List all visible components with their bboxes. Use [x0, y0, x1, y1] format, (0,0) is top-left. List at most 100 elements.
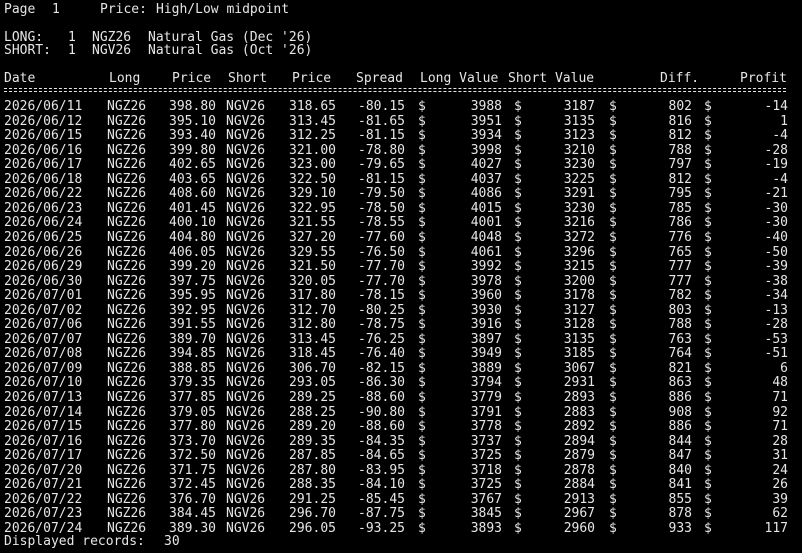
row-profit: -34	[764, 288, 788, 304]
row-short-symbol: NGV26	[226, 404, 266, 420]
row-profit: 92	[772, 404, 788, 420]
price-mode-label: Price:	[100, 2, 147, 17]
row-long-value: 3978	[470, 273, 502, 289]
row-currency: $	[514, 215, 522, 231]
row-date: 2026/07/13	[4, 390, 83, 405]
row-spread: -81.15	[358, 128, 405, 144]
row-short-price: 291.25	[289, 491, 336, 507]
row-short-price: 322.95	[289, 200, 336, 216]
row-spread: -87.75	[358, 506, 405, 522]
row-profit: -28	[764, 317, 788, 333]
row-currency: $	[704, 113, 712, 129]
row-currency: $	[514, 99, 522, 114]
row-short-value: 3128	[563, 317, 595, 333]
row-currency: $	[704, 99, 712, 114]
row-long-price: 371.75	[169, 462, 216, 478]
row-currency: $	[514, 462, 522, 478]
row-profit: 6	[780, 360, 788, 376]
row-long-price: 372.45	[169, 477, 216, 493]
row-currency: $	[609, 360, 617, 376]
row-short-value: 2878	[563, 462, 595, 478]
row-short-price: 318.65	[289, 99, 336, 114]
row-currency: $	[704, 244, 712, 260]
row-long-symbol: NGZ26	[107, 390, 147, 405]
row-profit: 31	[772, 448, 788, 464]
row-currency: $	[609, 273, 617, 289]
row-profit: -39	[764, 259, 788, 275]
row-diff: 795	[668, 186, 692, 202]
row-profit: -40	[764, 230, 788, 245]
col-header-profit: Profit	[740, 71, 787, 86]
row-diff: 763	[668, 331, 692, 347]
row-long-value: 3725	[470, 477, 502, 493]
row-long-price: 399.20	[169, 259, 216, 275]
row-currency: $	[418, 128, 426, 144]
row-short-value: 3067	[563, 360, 595, 376]
row-currency: $	[609, 448, 617, 464]
row-short-value: 3123	[563, 128, 595, 144]
row-currency: $	[418, 259, 426, 275]
row-currency: $	[514, 433, 522, 449]
row-spread: -77.70	[358, 259, 405, 275]
short-label: SHORT:	[4, 43, 51, 58]
row-long-price: 398.80	[169, 99, 216, 114]
row-currency: $	[418, 404, 426, 420]
row-diff: 803	[668, 302, 692, 318]
row-currency: $	[418, 521, 426, 536]
row-spread: -77.60	[358, 230, 405, 245]
row-short-price: 317.80	[289, 288, 336, 304]
row-currency: $	[514, 157, 522, 173]
row-spread: -78.50	[358, 200, 405, 216]
row-long-symbol: NGZ26	[107, 419, 147, 435]
row-currency: $	[418, 157, 426, 173]
row-currency: $	[704, 331, 712, 347]
row-date: 2026/07/17	[4, 448, 83, 464]
row-date: 2026/07/14	[4, 404, 83, 420]
row-short-price: 293.05	[289, 375, 336, 391]
row-long-price: 406.05	[169, 244, 216, 260]
row-currency: $	[609, 477, 617, 493]
row-currency: $	[704, 491, 712, 507]
row-date: 2026/06/12	[4, 113, 83, 129]
row-diff: 782	[668, 288, 692, 304]
row-long-price: 373.70	[169, 433, 216, 449]
row-currency: $	[609, 259, 617, 275]
row-short-price: 288.35	[289, 477, 336, 493]
row-long-price: 388.85	[169, 360, 216, 376]
row-long-symbol: NGZ26	[107, 157, 147, 173]
row-long-symbol: NGZ26	[107, 230, 147, 245]
row-short-symbol: NGV26	[226, 200, 266, 216]
page-header: Page 1 Price: High/Low midpoint	[4, 2, 289, 17]
page-label: Page	[4, 2, 36, 17]
row-long-value: 3737	[470, 433, 502, 449]
row-short-price: 296.05	[289, 521, 336, 536]
row-short-price: 313.45	[289, 331, 336, 347]
row-currency: $	[609, 462, 617, 478]
row-currency: $	[704, 375, 712, 391]
row-currency: $	[704, 448, 712, 464]
row-profit: -4	[772, 128, 788, 144]
row-long-price: 377.85	[169, 390, 216, 405]
row-long-value: 3791	[470, 404, 502, 420]
row-spread: -93.25	[358, 521, 405, 536]
row-diff: 777	[668, 273, 692, 289]
row-short-price: 321.55	[289, 215, 336, 231]
col-header-date: Date	[4, 71, 36, 86]
row-long-price: 384.45	[169, 506, 216, 522]
row-diff: 812	[668, 128, 692, 144]
row-profit: -53	[764, 331, 788, 347]
row-currency: $	[704, 200, 712, 216]
row-spread: -84.65	[358, 448, 405, 464]
row-long-price: 401.45	[169, 200, 216, 216]
row-currency: $	[418, 419, 426, 435]
row-currency: $	[418, 288, 426, 304]
row-currency: $	[609, 317, 617, 333]
row-short-symbol: NGV26	[226, 171, 266, 187]
row-diff: 840	[668, 462, 692, 478]
row-long-value: 3949	[470, 346, 502, 362]
row-short-symbol: NGV26	[226, 128, 266, 144]
row-date: 2026/07/16	[4, 433, 83, 449]
row-profit: 26	[772, 477, 788, 493]
row-long-value: 4027	[470, 157, 502, 173]
row-short-symbol: NGV26	[226, 317, 266, 333]
